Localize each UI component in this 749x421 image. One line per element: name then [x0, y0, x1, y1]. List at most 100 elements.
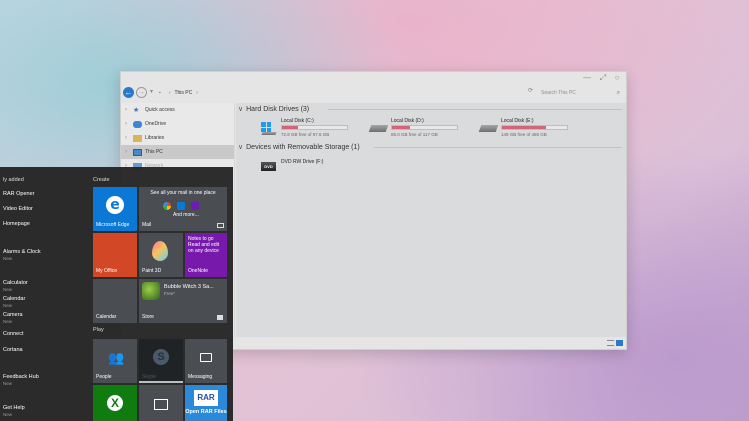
nav-item-onedrive[interactable]: › OneDrive: [121, 117, 234, 131]
tile-area: Create e Microsoft Edge See all your mai…: [93, 167, 233, 421]
tile-xbox[interactable]: X: [93, 385, 137, 421]
app-new-badge: New: [3, 319, 13, 324]
drive-name: Local Disk (E:): [501, 118, 534, 124]
tile-mail[interactable]: See all your mail in one place And more.…: [139, 187, 227, 231]
app-calendar[interactable]: Calendar New: [3, 296, 25, 308]
app-rar-opener[interactable]: RAR Opener: [3, 191, 35, 197]
address-field[interactable]: ▪ › This PC ›: [155, 87, 527, 99]
nav-item-quick-access[interactable]: › ★ Quick access: [121, 103, 234, 117]
app-label: Video Editor: [3, 206, 33, 212]
nav-item-libraries[interactable]: › Libraries: [121, 131, 234, 145]
edge-icon: e: [106, 196, 124, 214]
bubble-witch-icon: [142, 282, 160, 300]
skype-icon: S: [153, 349, 169, 365]
back-arrow-icon[interactable]: ←: [123, 87, 134, 98]
close-button[interactable]: ○: [610, 73, 624, 83]
tile-label: Paint 3D: [142, 268, 162, 274]
minimize-button[interactable]: —: [580, 73, 594, 83]
app-label: Connect: [3, 331, 24, 337]
tile-label: Calendar: [96, 314, 117, 320]
app-label: Homepage: [3, 221, 30, 227]
tile-open-rar-files[interactable]: RAR Open RAR Files: [185, 385, 227, 421]
app-cortana[interactable]: Cortana: [3, 347, 23, 353]
title-bar: — ⤢ ○: [121, 72, 626, 84]
loading-progress-bar: [139, 381, 183, 383]
tile-photos[interactable]: [139, 385, 183, 421]
details-view-icon[interactable]: [607, 340, 614, 346]
cloud-icon: [133, 120, 142, 128]
maximize-button[interactable]: ⤢: [596, 73, 610, 83]
store-bag-icon: [217, 315, 223, 320]
folder-icon: [133, 134, 142, 142]
breadcrumb-chevron-icon[interactable]: ›: [196, 90, 198, 96]
tile-skype[interactable]: S Skype: [139, 339, 183, 383]
breadcrumb-this-pc[interactable]: This PC: [174, 90, 192, 96]
refresh-icon[interactable]: ⟳: [528, 87, 533, 94]
collapse-chevron-icon[interactable]: ∨: [238, 105, 243, 113]
tile-label: OneNote: [188, 268, 209, 274]
expand-chevron-icon[interactable]: ›: [125, 149, 133, 155]
tile-paint-3d[interactable]: Paint 3D: [139, 233, 183, 277]
onenote-tagline: Notes to go Read and edit on any device: [188, 236, 220, 254]
tile-label: People: [96, 374, 112, 380]
tile-group-play[interactable]: Play: [93, 327, 104, 333]
store-featured-title: Bubble Witch 3 Sa...: [164, 284, 214, 290]
tile-onenote[interactable]: Notes to go Read and edit on any device …: [185, 233, 227, 277]
yahoo-mail-icon: [191, 202, 199, 210]
tile-store[interactable]: Bubble Witch 3 Sa... Free* Store: [139, 279, 227, 323]
nav-item-label: Quick access: [145, 107, 175, 113]
search-input[interactable]: Search This PC ⌕: [537, 87, 623, 99]
expand-chevron-icon[interactable]: ›: [125, 107, 133, 113]
tile-group-create[interactable]: Create: [93, 177, 110, 183]
chat-bubble-icon: [200, 353, 212, 362]
windows-drive-icon: [260, 122, 277, 135]
app-get-help[interactable]: Get Help New: [3, 405, 25, 417]
app-label: Get Help: [3, 405, 25, 411]
nav-item-label: This PC: [145, 149, 163, 155]
expand-chevron-icon[interactable]: ›: [125, 135, 133, 141]
app-label: Alarms & Clock: [3, 249, 41, 255]
tile-my-office[interactable]: My Office: [93, 233, 137, 277]
tile-calendar[interactable]: Calendar: [93, 279, 137, 323]
computer-icon: ▪: [159, 90, 161, 96]
drive-name: Local Disk (C:): [281, 118, 314, 124]
tile-microsoft-edge[interactable]: e Microsoft Edge: [93, 187, 137, 231]
store-featured-price: Free*: [164, 291, 176, 296]
app-camera[interactable]: Camera New: [3, 312, 23, 324]
app-calculator[interactable]: Calculator New: [3, 280, 28, 292]
forward-arrow-icon[interactable]: →: [136, 87, 147, 98]
hard-drive-icon: [368, 122, 389, 133]
nav-item-label: OneDrive: [145, 121, 167, 127]
tile-people[interactable]: 👥 People: [93, 339, 137, 383]
app-connect[interactable]: Connect: [3, 331, 24, 337]
large-icons-view-icon[interactable]: [616, 340, 623, 346]
group-header-removable[interactable]: ∨ Devices with Removable Storage (1): [238, 143, 360, 152]
tile-messaging[interactable]: Messaging: [185, 339, 227, 383]
mail-more-text: And more...: [173, 212, 199, 218]
drive-item-e[interactable]: Local Disk (E:) 149 GB free of 465 GB: [478, 118, 584, 140]
people-icon: 👥: [108, 351, 125, 366]
tile-label: Mail: [142, 222, 152, 228]
drive-item-d[interactable]: Local Disk (D:) 85.0 GB free of 117 GB: [368, 118, 474, 140]
search-icon: ⌕: [616, 90, 620, 96]
app-feedback-hub[interactable]: Feedback Hub New: [3, 374, 39, 386]
app-homepage[interactable]: Homepage: [3, 221, 30, 227]
app-new-badge: New: [3, 381, 13, 386]
recent-locations-chevron-icon[interactable]: ▾: [150, 88, 153, 95]
rar-icon: RAR: [194, 390, 218, 406]
drive-item-c[interactable]: Local Disk (C:) 72.8 GB free of 97.6 GB: [260, 118, 364, 140]
group-title: Devices with Removable Storage (1): [246, 143, 360, 151]
app-label: Calendar: [3, 296, 26, 302]
nav-item-this-pc[interactable]: › This PC: [121, 145, 234, 159]
app-alarms-clock[interactable]: Alarms & Clock New: [3, 249, 41, 261]
drive-free-space: 149 GB free of 465 GB: [501, 132, 547, 137]
group-header-hard-disks[interactable]: ∨ Hard Disk Drives (3): [238, 105, 309, 114]
collapse-chevron-icon[interactable]: ∨: [238, 143, 243, 151]
app-label: Feedback Hub: [3, 374, 39, 380]
app-label: Camera: [3, 312, 23, 318]
mail-headline: See all your mail in one place: [150, 190, 216, 196]
app-video-editor[interactable]: Video Editor: [3, 206, 33, 212]
drive-item-f[interactable]: DVD DVD RW Drive (F:): [260, 157, 364, 179]
group-divider: [328, 109, 622, 110]
expand-chevron-icon[interactable]: ›: [125, 121, 133, 127]
